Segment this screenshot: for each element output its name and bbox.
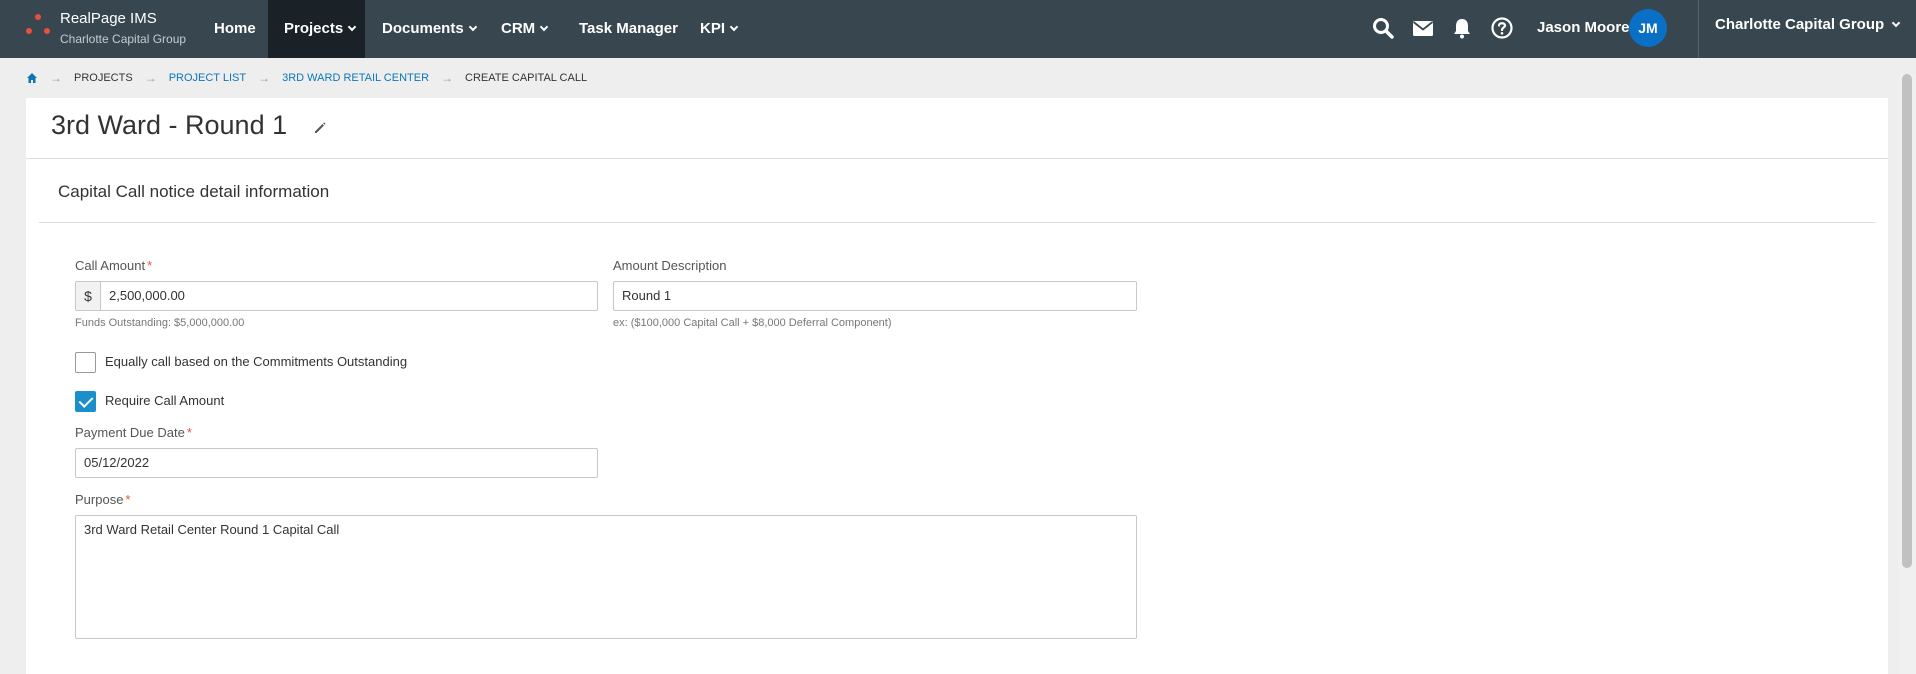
call-amount-label-text: Call Amount	[75, 258, 146, 273]
nav-projects-label: Projects	[284, 20, 344, 37]
amount-description-value: Round 1	[622, 288, 672, 303]
required-marker: *	[125, 492, 131, 507]
payment-due-date-label-text: Payment Due Date	[75, 425, 185, 440]
nav-crm[interactable]: CRM	[501, 0, 549, 58]
purpose-label-text: Purpose	[75, 492, 124, 507]
call-amount-value: 2,500,000.00	[109, 288, 185, 303]
divider	[26, 158, 1888, 159]
section-title: Capital Call notice detail information	[58, 182, 330, 201]
arrow-right-icon: →	[50, 71, 62, 85]
nav-divider	[1698, 0, 1699, 58]
mail-icon[interactable]	[1411, 16, 1435, 40]
search-icon[interactable]	[1371, 16, 1395, 40]
equal-call-label[interactable]: Equally call based on the Commitments Ou…	[105, 354, 407, 369]
payment-due-date-value: 05/12/2022	[84, 455, 150, 470]
payment-due-date-label: Payment Due Date *	[75, 425, 192, 440]
logo-icon[interactable]	[24, 14, 52, 42]
help-icon[interactable]	[1490, 16, 1514, 40]
nav-projects[interactable]: Projects	[268, 0, 365, 58]
nav-documents[interactable]: Documents	[382, 0, 477, 58]
page-title: 3rd Ward - Round 1	[51, 110, 288, 140]
org-switcher-label: Charlotte Capital Group	[1715, 16, 1885, 33]
nav-task-manager-label: Task Manager	[579, 20, 678, 37]
divider	[39, 222, 1875, 223]
purpose-label: Purpose *	[75, 492, 130, 507]
chevron-down-icon	[347, 22, 357, 32]
arrow-right-icon: →	[144, 71, 157, 85]
breadcrumb-project-list[interactable]: PROJECT LIST	[169, 72, 246, 84]
call-amount-label: Call Amount *	[75, 258, 152, 273]
required-marker: *	[147, 258, 153, 273]
funds-outstanding-hint: Funds Outstanding: $5,000,000.00	[75, 317, 245, 329]
nav-documents-label: Documents	[382, 20, 464, 37]
chevron-down-icon	[729, 22, 739, 32]
required-marker: *	[186, 425, 192, 440]
chevron-down-icon	[468, 22, 477, 32]
amount-description-hint: ex: ($100,000 Capital Call + $8,000 Defe…	[613, 317, 892, 329]
breadcrumb: → PROJECTS → PROJECT LIST → 3RD WARD RET…	[26, 70, 587, 86]
top-nav: RealPage IMS Charlotte Capital Group Hom…	[0, 0, 1916, 58]
chevron-down-icon	[1891, 18, 1901, 28]
require-amount-checkbox[interactable]	[75, 391, 96, 412]
nav-crm-label: CRM	[501, 20, 536, 37]
payment-due-date-input[interactable]: 05/12/2022	[75, 448, 598, 478]
breadcrumb-current: CREATE CAPITAL CALL	[465, 72, 588, 84]
arrow-right-icon: →	[258, 71, 271, 85]
pencil-icon[interactable]	[312, 120, 328, 136]
purpose-textarea[interactable]: 3rd Ward Retail Center Round 1 Capital C…	[75, 515, 1137, 639]
arrow-right-icon: →	[441, 71, 454, 85]
bell-icon[interactable]	[1450, 16, 1474, 40]
home-icon[interactable]	[26, 72, 38, 84]
page-scrollbar[interactable]	[1898, 74, 1916, 674]
nav-kpi-label: KPI	[700, 20, 726, 37]
avatar[interactable]: JM	[1629, 9, 1667, 47]
purpose-value: 3rd Ward Retail Center Round 1 Capital C…	[84, 522, 340, 537]
breadcrumb-projects: PROJECTS	[74, 72, 133, 84]
breadcrumb-project[interactable]: 3RD WARD RETAIL CENTER	[282, 72, 429, 84]
chevron-down-icon	[539, 22, 549, 32]
currency-prefix: $	[76, 282, 101, 310]
require-amount-label[interactable]: Require Call Amount	[105, 393, 224, 408]
equal-call-checkbox[interactable]	[75, 352, 96, 373]
amount-description-label: Amount Description	[613, 258, 727, 273]
call-amount-input[interactable]: $ 2,500,000.00	[75, 281, 598, 311]
app-title[interactable]: RealPage IMS	[60, 10, 157, 27]
nav-task-manager[interactable]: Task Manager	[579, 0, 678, 58]
nav-home[interactable]: Home	[214, 0, 256, 58]
org-switcher[interactable]: Charlotte Capital Group	[1715, 0, 1901, 50]
scrollbar-thumb[interactable]	[1902, 74, 1912, 568]
user-name[interactable]: Jason Moore	[1537, 0, 1630, 56]
nav-home-label: Home	[214, 20, 256, 37]
app-subtitle: Charlotte Capital Group	[60, 32, 187, 46]
main-card: 3rd Ward - Round 1 Capital Call notice d…	[26, 98, 1888, 674]
amount-description-input[interactable]: Round 1	[613, 281, 1137, 311]
nav-kpi[interactable]: KPI	[700, 0, 739, 58]
